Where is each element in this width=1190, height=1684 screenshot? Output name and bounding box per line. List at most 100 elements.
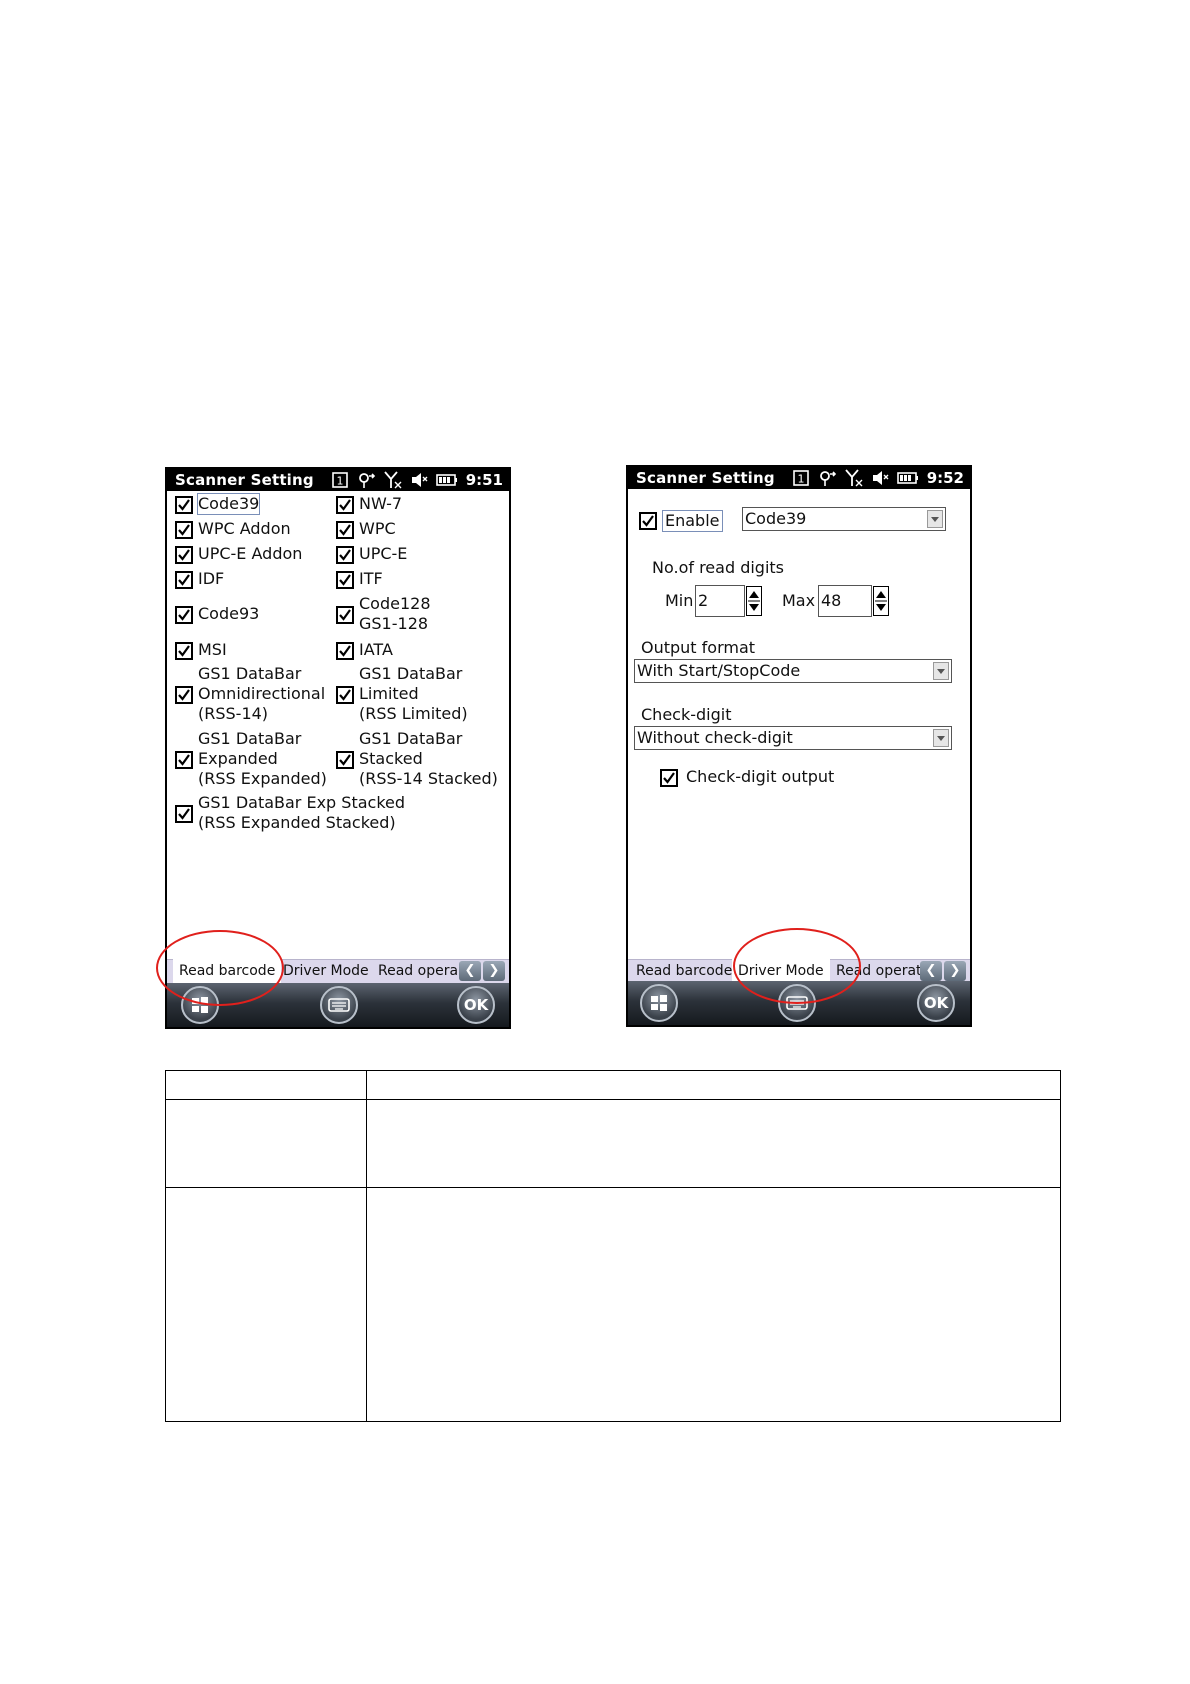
min-stepper[interactable] bbox=[746, 586, 762, 616]
checkbox-code39[interactable] bbox=[175, 496, 193, 514]
label-wpc-addon: WPC Addon bbox=[198, 519, 291, 538]
checkmark-icon bbox=[339, 754, 351, 766]
table-cell bbox=[366, 1187, 1061, 1422]
table-cell bbox=[165, 1099, 367, 1188]
keyboard-button[interactable] bbox=[320, 986, 358, 1024]
label-wpc: WPC bbox=[359, 519, 396, 538]
checkbox-upc-e[interactable] bbox=[336, 546, 354, 564]
max-input[interactable]: 48 bbox=[818, 585, 872, 617]
checkbox-idf[interactable] bbox=[175, 571, 193, 589]
symbology-value: Code39 bbox=[745, 509, 807, 528]
checkmark-icon bbox=[178, 609, 190, 621]
status-icons: 1 9:51 bbox=[331, 470, 503, 490]
checkbox-gs1-databar-exp-stacked[interactable] bbox=[175, 805, 193, 823]
checkbox-gs1-databar-stacked[interactable] bbox=[336, 751, 354, 769]
screen-title: Scanner Setting bbox=[175, 471, 314, 489]
checkbox-gs1-databar-omni[interactable] bbox=[175, 686, 193, 704]
windows-logo-icon bbox=[651, 995, 667, 1011]
checkbox-msi[interactable] bbox=[175, 642, 193, 660]
tab-scroll-right-icon[interactable]: ❯ bbox=[944, 961, 966, 981]
connectivity-icon bbox=[819, 471, 836, 486]
symbology-select[interactable]: Code39 bbox=[742, 507, 946, 531]
checkbox-wpc[interactable] bbox=[336, 521, 354, 539]
table-cell bbox=[165, 1187, 367, 1422]
enable-label: Enable bbox=[662, 510, 723, 532]
checkmark-icon bbox=[178, 754, 190, 766]
checkmark-icon bbox=[178, 808, 190, 820]
output-format-select[interactable]: With Start/StopCode bbox=[634, 659, 952, 683]
tab-read-operation[interactable]: Read opera bbox=[378, 963, 458, 979]
checkbox-itf[interactable] bbox=[336, 571, 354, 589]
table-row bbox=[165, 1099, 1061, 1188]
label-gs1-databar-expanded: GS1 DataBar Expanded (RSS Expanded) bbox=[198, 729, 327, 788]
checkmark-icon bbox=[178, 549, 190, 561]
checkbox-upc-e-addon[interactable] bbox=[175, 546, 193, 564]
checkmark-icon bbox=[339, 574, 351, 586]
tab-driver-mode[interactable]: Driver Mode bbox=[283, 963, 369, 979]
svg-text:1: 1 bbox=[797, 473, 804, 486]
check-digit-label: Check-digit bbox=[641, 705, 732, 724]
check-digit-value: Without check-digit bbox=[637, 728, 793, 747]
checkbox-iata[interactable] bbox=[336, 642, 354, 660]
tab-scroll-left-icon[interactable]: ❮ bbox=[920, 961, 942, 981]
speaker-muted-icon bbox=[872, 471, 889, 485]
title-bar: Scanner Setting 1 9:52 bbox=[628, 467, 970, 489]
checkbox-code128[interactable] bbox=[336, 606, 354, 624]
enable-checkbox[interactable] bbox=[639, 512, 657, 530]
table-cell bbox=[366, 1070, 1061, 1100]
sim-1-icon: 1 bbox=[331, 472, 348, 488]
min-input[interactable]: 2 bbox=[695, 585, 745, 617]
no-signal-icon bbox=[384, 471, 402, 489]
checkmark-icon bbox=[178, 499, 190, 511]
label-code39: Code39 bbox=[196, 493, 261, 515]
checkmark-icon bbox=[339, 645, 351, 657]
ok-button[interactable]: OK bbox=[457, 986, 495, 1024]
checkmark-icon bbox=[339, 689, 351, 701]
checkmark-icon bbox=[663, 772, 675, 784]
checkbox-gs1-databar-limited[interactable] bbox=[336, 686, 354, 704]
checkmark-icon bbox=[178, 645, 190, 657]
table-header-row bbox=[165, 1070, 1061, 1100]
label-gs1-databar-limited: GS1 DataBar Limited (RSS Limited) bbox=[359, 664, 468, 723]
no-signal-icon bbox=[845, 469, 863, 487]
checkbox-code93[interactable] bbox=[175, 606, 193, 624]
description-table bbox=[165, 1070, 1061, 1422]
tab-scroll-left-icon[interactable]: ❮ bbox=[459, 961, 481, 981]
checkmark-icon bbox=[339, 499, 351, 511]
label-upc-e: UPC-E bbox=[359, 544, 408, 563]
tab-scroll-right-icon[interactable]: ❯ bbox=[483, 961, 505, 981]
screen-title: Scanner Setting bbox=[636, 469, 775, 487]
checkbox-nw7[interactable] bbox=[336, 496, 354, 514]
clock: 9:52 bbox=[926, 469, 964, 487]
tab-scroll-arrows: ❮ ❯ bbox=[920, 961, 966, 981]
check-digit-output-label: Check-digit output bbox=[686, 767, 835, 786]
check-digit-output-checkbox[interactable] bbox=[660, 769, 678, 787]
checkbox-wpc-addon[interactable] bbox=[175, 521, 193, 539]
check-digit-select[interactable]: Without check-digit bbox=[634, 726, 952, 750]
dropdown-arrow-icon bbox=[933, 662, 949, 680]
stepper-arrows-icon bbox=[748, 591, 760, 611]
min-label: Min bbox=[665, 591, 694, 610]
clock: 9:51 bbox=[465, 471, 503, 489]
read-digits-label: No.of read digits bbox=[652, 558, 784, 577]
label-gs1-databar-omni: GS1 DataBar Omnidirectional (RSS-14) bbox=[198, 664, 326, 723]
highlight-circle-driver-mode bbox=[733, 928, 861, 1004]
tab-scroll-arrows: ❮ ❯ bbox=[459, 961, 505, 981]
windows-start-button[interactable] bbox=[640, 984, 678, 1022]
label-nw7: NW-7 bbox=[359, 494, 403, 513]
table-cell bbox=[165, 1070, 367, 1100]
checkbox-gs1-databar-expanded[interactable] bbox=[175, 751, 193, 769]
max-stepper[interactable] bbox=[873, 586, 889, 616]
label-idf: IDF bbox=[198, 569, 225, 588]
keyboard-icon bbox=[328, 998, 350, 1012]
title-bar: Scanner Setting 1 9:51 bbox=[167, 469, 509, 491]
sim-1-icon: 1 bbox=[792, 470, 809, 486]
battery-icon bbox=[896, 472, 918, 484]
label-code93: Code93 bbox=[198, 604, 260, 623]
tab-read-barcode[interactable]: Read barcode bbox=[636, 963, 732, 979]
label-upc-e-addon: UPC-E Addon bbox=[198, 544, 303, 563]
checkmark-icon bbox=[339, 524, 351, 536]
ok-button[interactable]: OK bbox=[917, 984, 955, 1022]
status-icons: 1 9:52 bbox=[792, 468, 964, 488]
output-format-label: Output format bbox=[641, 638, 756, 657]
